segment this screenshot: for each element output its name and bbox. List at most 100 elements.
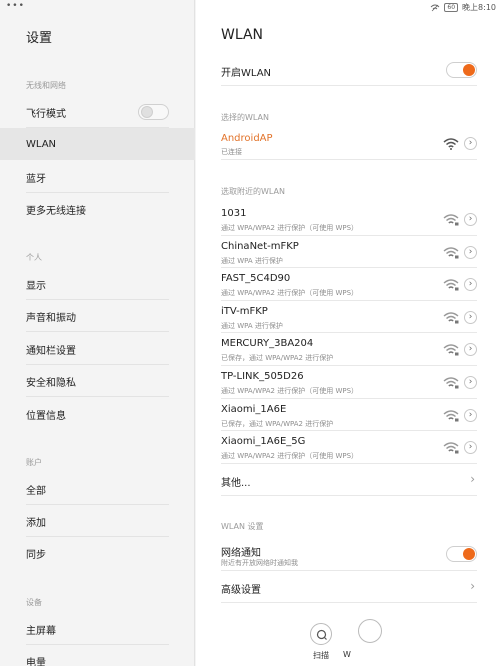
other-network-row[interactable]: 其他... ›	[221, 464, 477, 496]
network-name: 1031	[221, 208, 247, 219]
sidebar-item-add[interactable]: 添加	[0, 505, 195, 537]
sidebar-title: 设置	[26, 31, 53, 46]
wlan-enable-row[interactable]: 开启WLAN	[221, 54, 477, 86]
sidebar-item-more-wireless[interactable]: 更多无线连接	[0, 193, 195, 225]
sidebar-item-wlan[interactable]: WLAN	[0, 128, 195, 160]
network-security: 通过 WPA/WPA2 进行保护（可使用 WPS）	[221, 452, 359, 461]
notify-toggle[interactable]	[446, 546, 477, 562]
network-details-button[interactable]: ›	[464, 278, 477, 292]
sidebar-item-label: 位置信息	[26, 410, 66, 422]
network-details-button[interactable]: ›	[464, 376, 477, 389]
wifi-strong-icon	[443, 138, 459, 150]
wlan-toggle[interactable]	[446, 62, 477, 78]
sidebar-item-airplane[interactable]: 飞行模式	[0, 96, 195, 128]
toggle-knob	[463, 64, 475, 76]
notify-label: 网络通知	[221, 548, 261, 559]
sidebar-item-label: 添加	[26, 517, 46, 529]
sidebar-item-sound[interactable]: 声音和振动	[0, 300, 195, 332]
wifi-lock-icon	[443, 279, 459, 291]
wifi-row[interactable]: 1031 通过 WPA/WPA2 进行保护（可使用 WPS） ›	[221, 203, 477, 236]
network-details-button[interactable]: ›	[464, 343, 477, 357]
sidebar-item-label: 声音和振动	[26, 312, 76, 324]
sidebar-item-security[interactable]: 安全和隐私	[0, 365, 195, 397]
wifi-row[interactable]: MERCURY_3BA204 已保存，通过 WPA/WPA2 进行保护 ›	[221, 333, 477, 366]
section-connected: 选择的WLAN	[221, 113, 270, 122]
wps-button[interactable]	[358, 619, 382, 643]
section-personal: 个人	[26, 253, 42, 262]
sidebar-item-label: 通知栏设置	[26, 345, 76, 357]
sidebar-item-notifications[interactable]: 通知栏设置	[0, 333, 195, 365]
sidebar-item-bluetooth[interactable]: 蓝牙	[0, 161, 195, 193]
network-details-button[interactable]: ›	[464, 213, 477, 226]
sidebar-item-label: 电量	[26, 657, 46, 666]
sidebar-item-sync[interactable]: 同步	[0, 537, 195, 569]
network-status: 已连接	[221, 148, 242, 156]
network-details-button[interactable]: ›	[464, 441, 477, 455]
status-time: 晚上8:10	[462, 3, 496, 12]
section-nearby: 选取附近的WLAN	[221, 187, 286, 196]
wifi-status-icon	[431, 4, 440, 11]
scan-button[interactable]	[310, 623, 332, 645]
status-dots: •••	[6, 1, 25, 11]
sidebar-item-battery[interactable]: 电量	[0, 645, 195, 666]
sidebar-item-location[interactable]: 位置信息	[0, 398, 195, 430]
sidebar-item-all[interactable]: 全部	[0, 473, 195, 505]
divider	[26, 331, 169, 332]
other-network-label: 其他...	[221, 478, 251, 489]
wifi-row[interactable]: FAST_5C4D90 通过 WPA/WPA2 进行保护（可使用 WPS） ›	[221, 268, 477, 301]
notify-desc: 附近有开放网络时通知我	[221, 559, 298, 567]
sidebar-item-label: 蓝牙	[26, 173, 46, 185]
wifi-row[interactable]: ChinaNet-mFKP 通过 WPA 进行保护 ›	[221, 236, 477, 269]
network-notify-row[interactable]: 网络通知 附近有开放网络时通知我	[221, 537, 477, 571]
section-wireless: 无线和网络	[26, 81, 66, 90]
advanced-settings-row[interactable]: 高级设置 ›	[221, 571, 477, 603]
chevron-right-icon: ›	[470, 579, 475, 593]
scan-icon	[316, 629, 327, 640]
network-name: ChinaNet-mFKP	[221, 240, 299, 252]
status-bar: ••• 60 晚上8:10	[0, 0, 500, 16]
network-name: Xiaomi_1A6E_5G	[221, 436, 306, 448]
wlan-enable-label: 开启WLAN	[221, 68, 272, 79]
wifi-lock-icon	[443, 377, 459, 389]
section-wlan-settings: WLAN 设置	[221, 522, 264, 531]
network-security: 通过 WPA 进行保护	[221, 256, 283, 265]
sidebar-item-label: 飞行模式	[26, 108, 66, 120]
status-right: 60 晚上8:10	[430, 2, 496, 13]
wifi-lock-icon	[443, 214, 459, 226]
wifi-row[interactable]: iTV-mFKP 通过 WPA 进行保护 ›	[221, 301, 477, 334]
sidebar-item-display[interactable]: 显示	[0, 268, 195, 300]
wps-label: W	[343, 650, 351, 659]
network-security: 已保存，通过 WPA/WPA2 进行保护	[221, 354, 334, 363]
network-details-button[interactable]: ›	[464, 408, 477, 422]
sidebar-item-home-screen[interactable]: 主屏幕	[0, 613, 195, 645]
wifi-row[interactable]: TP-LINK_505D26 通过 WPA/WPA2 进行保护（可使用 WPS） ›	[221, 366, 477, 399]
sidebar-item-label: 全部	[26, 485, 46, 497]
wifi-lock-icon	[443, 246, 459, 259]
wifi-row-connected[interactable]: AndroidAP 已连接 ›	[221, 127, 477, 160]
toggle-knob	[141, 106, 153, 118]
network-name: iTV-mFKP	[221, 305, 268, 317]
wifi-row[interactable]: Xiaomi_1A6E 已保存，通过 WPA/WPA2 进行保护 ›	[221, 399, 477, 432]
network-details-button[interactable]: ›	[464, 245, 477, 259]
network-name: AndroidAP	[221, 133, 273, 144]
network-security: 通过 WPA/WPA2 进行保护（可使用 WPS）	[221, 289, 359, 298]
toggle-knob	[463, 548, 475, 560]
network-name: TP-LINK_505D26	[221, 371, 304, 382]
section-device: 设备	[26, 598, 42, 607]
network-details-button[interactable]: ›	[464, 310, 477, 324]
network-details-button[interactable]: ›	[464, 137, 477, 150]
chevron-right-icon: ›	[470, 472, 475, 486]
divider	[26, 396, 169, 397]
sidebar-item-label: 主屏幕	[26, 625, 56, 637]
scan-label: 扫描	[313, 651, 329, 660]
wifi-lock-icon	[443, 312, 459, 324]
airplane-toggle[interactable]	[138, 104, 169, 120]
sidebar-item-label: 更多无线连接	[26, 205, 86, 217]
wlan-pane: WLAN 开启WLAN 选择的WLAN AndroidAP 已连接 › 选取附近…	[196, 0, 500, 666]
wifi-lock-icon	[443, 344, 459, 356]
settings-sidebar: 设置 无线和网络 飞行模式 WLAN 蓝牙 更多无线连接 个人 显示 声音和振动…	[0, 0, 195, 666]
wifi-row[interactable]: Xiaomi_1A6E_5G 通过 WPA/WPA2 进行保护（可使用 WPS） ›	[221, 431, 477, 464]
wifi-lock-icon	[443, 442, 459, 454]
network-name: FAST_5C4D90	[221, 273, 291, 285]
sidebar-item-label: 显示	[26, 280, 46, 292]
